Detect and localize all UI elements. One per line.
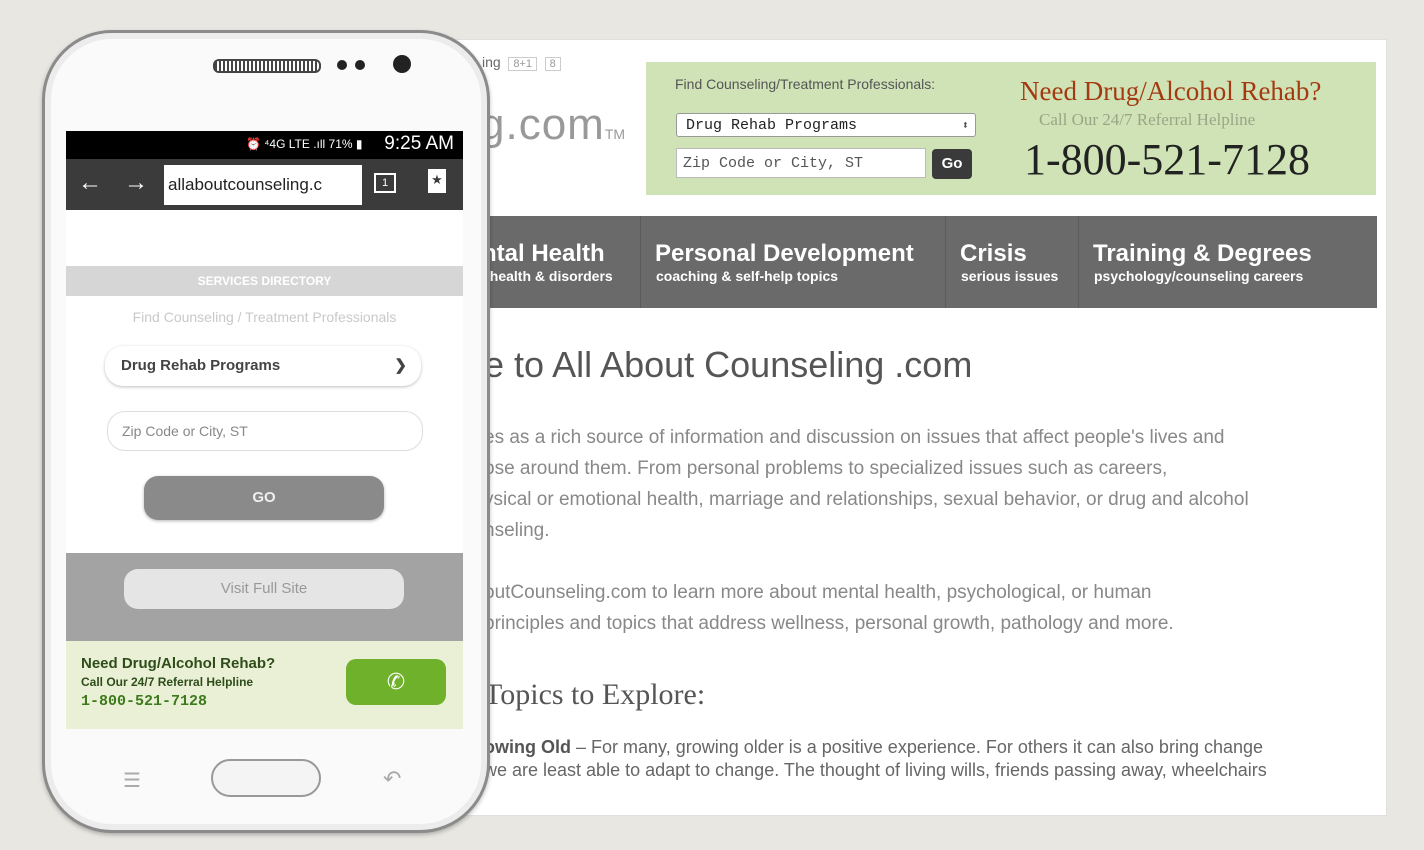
gplus-count: 8: [544, 57, 561, 71]
intro-paragraph: es as a rich source of information and d…: [484, 422, 1249, 546]
bookmark-star-icon[interactable]: ★: [428, 169, 446, 193]
nav-subtitle: l health & disorders: [482, 268, 613, 284]
service-select-value: Drug Rehab Programs: [686, 117, 858, 134]
nav-title: Training & Degrees: [1093, 240, 1312, 267]
browser-toolbar: ← → allaboutcounseling.c 1 ★: [66, 159, 463, 210]
main-nav: ntal Health l health & disorders Persona…: [430, 216, 1377, 308]
service-select[interactable]: Drug Rehab Programs ⬍: [676, 113, 976, 137]
forward-arrow-icon[interactable]: →: [124, 169, 148, 197]
social-tail-text: ing: [482, 54, 501, 70]
mobile-helpline-headline: Need Drug/Alcohol Rehab?: [81, 655, 276, 672]
social-bar: ing 8+1 8: [482, 54, 561, 71]
logo-tm: TM: [604, 126, 626, 142]
site-logo[interactable]: g.comTM: [480, 100, 625, 150]
nav-subtitle: serious issues: [961, 268, 1059, 284]
growing-old-entry: owing Old – For many, growing older is a…: [484, 736, 1267, 782]
second-paragraph: outCounseling.com to learn more about me…: [484, 577, 1174, 639]
nav-item-training-degrees[interactable]: Training & Degrees psychology/counseling…: [1078, 216, 1378, 308]
mobile-go-button[interactable]: GO: [144, 476, 384, 520]
paragraph-line: es as a rich source of information and d…: [484, 427, 1225, 448]
tabs-icon[interactable]: 1: [374, 173, 396, 193]
smartphone: ⏰ ⁴4G LTE .ıll 71% ▮ 9:25 AM ← → allabou…: [42, 30, 490, 833]
paragraph-line: nseling.: [484, 520, 550, 541]
logo-text: g.com: [480, 100, 605, 149]
helpline-headline: Need Drug/Alcohol Rehab?: [1020, 76, 1322, 106]
zip-input[interactable]: Zip Code or City, ST: [676, 148, 926, 178]
visit-full-site-button[interactable]: Visit Full Site: [124, 569, 404, 609]
visit-panel: Visit Full Site: [66, 553, 463, 641]
helpline-subline: Call Our 24/7 Referral Helpline: [1039, 110, 1256, 129]
speaker-grille: [213, 59, 321, 73]
paragraph-line: ose around them. From personal problems …: [484, 458, 1168, 479]
go-button[interactable]: Go: [932, 149, 972, 179]
nav-subtitle: psychology/counseling careers: [1094, 268, 1304, 284]
mobile-helpline-panel: Need Drug/Alcohol Rehab? Call Our 24/7 R…: [66, 641, 463, 729]
phone-screen: ⏰ ⁴4G LTE .ıll 71% ▮ 9:25 AM ← → allabou…: [66, 131, 463, 729]
url-field[interactable]: allaboutcounseling.c: [164, 165, 362, 205]
sensor-dot: [355, 60, 365, 70]
growing-old-link[interactable]: owing Old: [484, 737, 571, 757]
helpline-phone[interactable]: 1-800-521-7128: [1024, 134, 1310, 185]
paragraph-line: outCounseling.com to learn more about me…: [484, 582, 1152, 603]
sensor-dot: [337, 60, 347, 70]
status-icons: ⏰ ⁴4G LTE .ıll 71% ▮: [246, 137, 363, 151]
growing-old-text-2: we are least able to adapt to change. Th…: [484, 760, 1267, 780]
paragraph-line: ysical or emotional health, marriage and…: [484, 489, 1249, 510]
call-button[interactable]: ✆: [346, 659, 446, 705]
status-time: 9:25 AM: [384, 133, 454, 154]
search-helpline-box: Find Counseling/Treatment Professionals:…: [646, 62, 1376, 195]
find-professionals-label: Find Counseling / Treatment Professional…: [132, 309, 397, 325]
back-arrow-icon[interactable]: ←: [78, 169, 102, 197]
nav-title: ntal Health: [482, 240, 605, 267]
paragraph-line: principles and topics that address welln…: [484, 613, 1174, 634]
chevron-down-icon: ❯: [394, 357, 407, 374]
nav-title: Crisis: [960, 240, 1027, 267]
welcome-heading: e to All About Counseling .com: [484, 344, 973, 385]
nav-subtitle: coaching & self-help topics: [656, 268, 839, 284]
growing-old-text: – For many, growing older is a positive …: [571, 737, 1264, 757]
mobile-helpline-subline: Call Our 24/7 Referral Helpline: [81, 675, 254, 689]
desktop-site: ing 8+1 8 g.comTM Find Counseling/Treatm…: [430, 40, 1386, 815]
find-professionals-label: Find Counseling/Treatment Professionals:: [675, 76, 936, 92]
mobile-select-value: Drug Rehab Programs: [121, 357, 281, 374]
mobile-service-select[interactable]: Drug Rehab Programs ❯: [105, 346, 421, 386]
front-camera: [393, 55, 411, 73]
mobile-zip-input[interactable]: Zip Code or City, ST: [107, 411, 423, 451]
menu-key-icon[interactable]: ☰: [123, 768, 141, 793]
nav-item-crisis[interactable]: Crisis serious issues: [945, 216, 1079, 308]
mobile-helpline-phone[interactable]: 1-800-521-7128: [81, 693, 207, 710]
nav-title: Personal Development: [655, 240, 914, 267]
back-key-icon[interactable]: ↶: [383, 766, 401, 792]
status-bar: ⏰ ⁴4G LTE .ıll 71% ▮ 9:25 AM: [66, 131, 463, 159]
phone-icon: ✆: [386, 669, 406, 694]
home-button[interactable]: [211, 759, 321, 797]
services-directory-header: SERVICES DIRECTORY: [66, 266, 463, 296]
gplus-button[interactable]: 8+1: [508, 57, 537, 71]
select-arrows-icon: ⬍: [961, 119, 969, 133]
topics-heading: Topics to Explore:: [484, 678, 706, 711]
nav-item-personal-development[interactable]: Personal Development coaching & self-hel…: [640, 216, 946, 308]
